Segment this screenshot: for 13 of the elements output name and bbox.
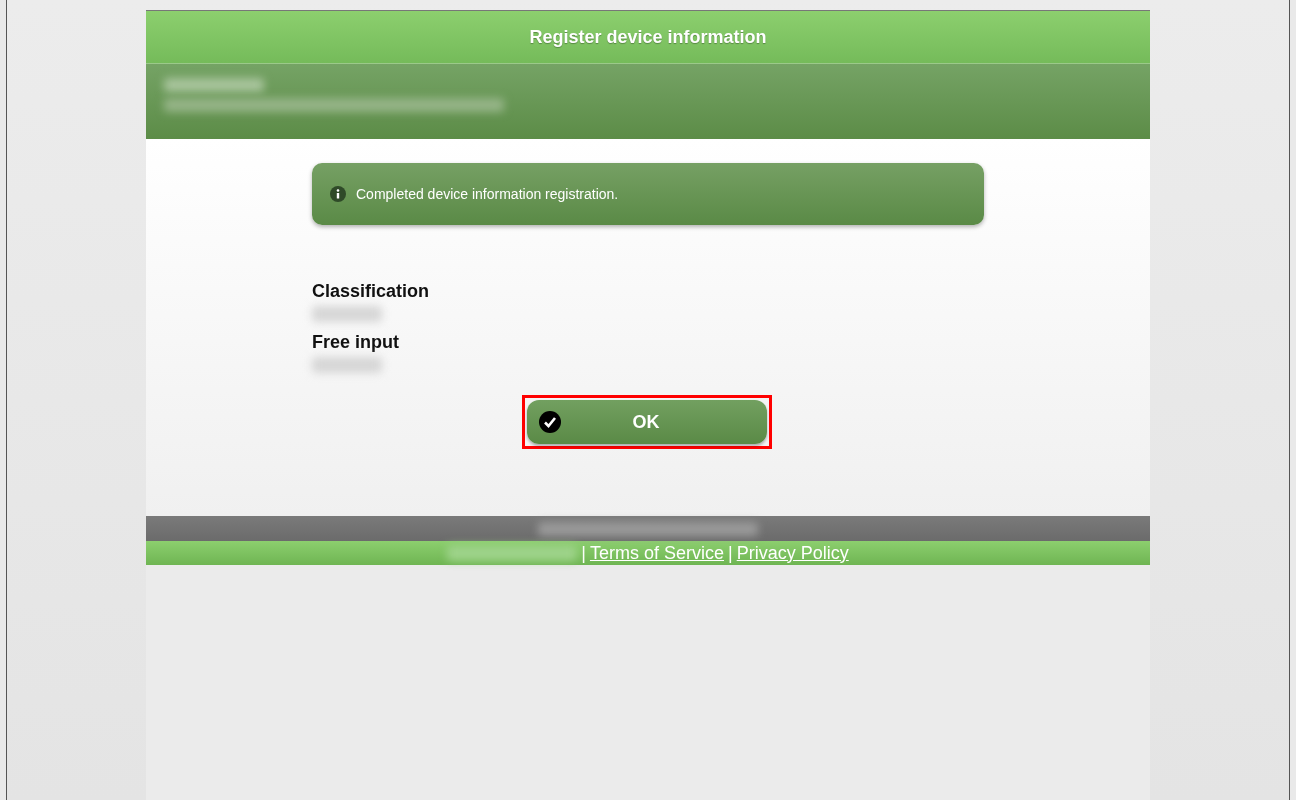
field-label: Free input xyxy=(312,332,400,353)
footer-link[interactable]: Privacy Policy xyxy=(736,542,849,564)
blurred-text xyxy=(312,306,382,322)
separator-text: | xyxy=(728,542,733,564)
footer-link[interactable]: Terms of Service xyxy=(589,542,724,564)
blurred-text xyxy=(312,357,382,373)
message-text: Completed device information registration. xyxy=(356,186,619,202)
field-label: Classification xyxy=(312,281,431,302)
info-icon xyxy=(330,186,346,202)
ok-button[interactable]: OK xyxy=(527,400,767,444)
check-icon xyxy=(539,411,561,433)
separator-text: | xyxy=(581,542,586,564)
page-title: Register device information xyxy=(529,26,767,48)
